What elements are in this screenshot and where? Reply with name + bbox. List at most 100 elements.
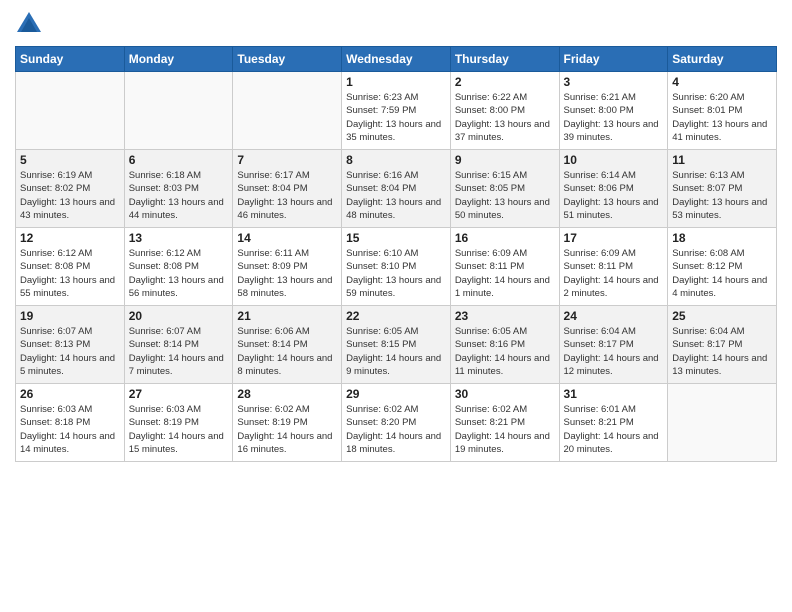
day-number: 26	[20, 387, 120, 401]
day-info: Sunrise: 6:07 AM Sunset: 8:14 PM Dayligh…	[129, 325, 229, 378]
day-info: Sunrise: 6:06 AM Sunset: 8:14 PM Dayligh…	[237, 325, 337, 378]
calendar-cell: 1 Sunrise: 6:23 AM Sunset: 7:59 PM Daylig…	[342, 72, 451, 150]
day-info: Sunrise: 6:08 AM Sunset: 8:12 PM Dayligh…	[672, 247, 772, 300]
day-number: 30	[455, 387, 555, 401]
calendar-cell: 3 Sunrise: 6:21 AM Sunset: 8:00 PM Daylig…	[559, 72, 668, 150]
day-info: Sunrise: 6:14 AM Sunset: 8:06 PM Dayligh…	[564, 169, 664, 222]
calendar-cell	[668, 384, 777, 462]
calendar-cell: 29 Sunrise: 6:02 AM Sunset: 8:20 PM Dayli…	[342, 384, 451, 462]
day-number: 15	[346, 231, 446, 245]
day-number: 29	[346, 387, 446, 401]
day-info: Sunrise: 6:23 AM Sunset: 7:59 PM Dayligh…	[346, 91, 446, 144]
calendar-cell: 22Sunrise: 6:05 AM Sunset: 8:15 PM Dayli…	[342, 306, 451, 384]
day-number: 20	[129, 309, 229, 323]
day-number: 2	[455, 75, 555, 89]
calendar-cell: 25 Sunrise: 6:04 AM Sunset: 8:17 PM Dayli…	[668, 306, 777, 384]
calendar-cell: 24 Sunrise: 6:04 AM Sunset: 8:17 PM Dayli…	[559, 306, 668, 384]
day-number: 6	[129, 153, 229, 167]
day-number: 24	[564, 309, 664, 323]
day-info: Sunrise: 6:02 AM Sunset: 8:21 PM Dayligh…	[455, 403, 555, 456]
day-info: Sunrise: 6:12 AM Sunset: 8:08 PM Dayligh…	[129, 247, 229, 300]
day-number: 10	[564, 153, 664, 167]
day-number: 25	[672, 309, 772, 323]
calendar-cell: 9 Sunrise: 6:15 AM Sunset: 8:05 PM Daylig…	[450, 150, 559, 228]
calendar-table: SundayMondayTuesdayWednesdayThursdayFrid…	[15, 46, 777, 462]
day-info: Sunrise: 6:10 AM Sunset: 8:10 PM Dayligh…	[346, 247, 446, 300]
calendar-cell: 30 Sunrise: 6:02 AM Sunset: 8:21 PM Dayli…	[450, 384, 559, 462]
day-info: Sunrise: 6:15 AM Sunset: 8:05 PM Dayligh…	[455, 169, 555, 222]
day-info: Sunrise: 6:13 AM Sunset: 8:07 PM Dayligh…	[672, 169, 772, 222]
calendar-cell: 20 Sunrise: 6:07 AM Sunset: 8:14 PM Dayli…	[124, 306, 233, 384]
calendar-cell: 4 Sunrise: 6:20 AM Sunset: 8:01 PM Daylig…	[668, 72, 777, 150]
day-info: Sunrise: 6:11 AM Sunset: 8:09 PM Dayligh…	[237, 247, 337, 300]
calendar-cell: 7Sunrise: 6:17 AM Sunset: 8:04 PM Daylig…	[233, 150, 342, 228]
calendar-cell: 16Sunrise: 6:09 AM Sunset: 8:11 PM Dayli…	[450, 228, 559, 306]
day-info: Sunrise: 6:04 AM Sunset: 8:17 PM Dayligh…	[564, 325, 664, 378]
day-number: 11	[672, 153, 772, 167]
calendar-cell	[124, 72, 233, 150]
day-info: Sunrise: 6:20 AM Sunset: 8:01 PM Dayligh…	[672, 91, 772, 144]
day-number: 4	[672, 75, 772, 89]
calendar-cell: 27 Sunrise: 6:03 AM Sunset: 8:19 PM Dayli…	[124, 384, 233, 462]
day-info: Sunrise: 6:21 AM Sunset: 8:00 PM Dayligh…	[564, 91, 664, 144]
day-number: 14	[237, 231, 337, 245]
logo-icon	[15, 10, 43, 38]
day-number: 3	[564, 75, 664, 89]
day-number: 31	[564, 387, 664, 401]
day-number: 1	[346, 75, 446, 89]
calendar-cell: 13 Sunrise: 6:12 AM Sunset: 8:08 PM Dayli…	[124, 228, 233, 306]
calendar-cell: 8 Sunrise: 6:16 AM Sunset: 8:04 PM Daylig…	[342, 150, 451, 228]
day-number: 9	[455, 153, 555, 167]
day-info: Sunrise: 6:09 AM Sunset: 8:11 PM Dayligh…	[564, 247, 664, 300]
day-info: Sunrise: 6:16 AM Sunset: 8:04 PM Dayligh…	[346, 169, 446, 222]
calendar-cell: 10 Sunrise: 6:14 AM Sunset: 8:06 PM Dayli…	[559, 150, 668, 228]
day-number: 16	[455, 231, 555, 245]
day-number: 17	[564, 231, 664, 245]
page-container: SundayMondayTuesdayWednesdayThursdayFrid…	[0, 0, 792, 472]
weekday-header: Wednesday	[342, 47, 451, 72]
header	[15, 10, 777, 38]
calendar-cell: 14 Sunrise: 6:11 AM Sunset: 8:09 PM Dayli…	[233, 228, 342, 306]
weekday-header: Saturday	[668, 47, 777, 72]
calendar-cell: 12 Sunrise: 6:12 AM Sunset: 8:08 PM Dayli…	[16, 228, 125, 306]
calendar-cell: 28 Sunrise: 6:02 AM Sunset: 8:19 PM Dayli…	[233, 384, 342, 462]
day-info: Sunrise: 6:04 AM Sunset: 8:17 PM Dayligh…	[672, 325, 772, 378]
day-number: 22	[346, 309, 446, 323]
calendar-cell: 26 Sunrise: 6:03 AM Sunset: 8:18 PM Dayli…	[16, 384, 125, 462]
day-info: Sunrise: 6:03 AM Sunset: 8:19 PM Dayligh…	[129, 403, 229, 456]
calendar-cell: 19Sunrise: 6:07 AM Sunset: 8:13 PM Dayli…	[16, 306, 125, 384]
day-number: 7	[237, 153, 337, 167]
weekday-header: Tuesday	[233, 47, 342, 72]
day-number: 23	[455, 309, 555, 323]
calendar-cell: 2 Sunrise: 6:22 AM Sunset: 8:00 PM Daylig…	[450, 72, 559, 150]
calendar-cell: 17 Sunrise: 6:09 AM Sunset: 8:11 PM Dayli…	[559, 228, 668, 306]
day-number: 8	[346, 153, 446, 167]
day-number: 27	[129, 387, 229, 401]
calendar-cell: 15 Sunrise: 6:10 AM Sunset: 8:10 PM Dayli…	[342, 228, 451, 306]
weekday-header: Friday	[559, 47, 668, 72]
day-number: 5	[20, 153, 120, 167]
day-info: Sunrise: 6:07 AM Sunset: 8:13 PM Dayligh…	[20, 325, 120, 378]
day-number: 18	[672, 231, 772, 245]
calendar-cell: 5 Sunrise: 6:19 AM Sunset: 8:02 PM Daylig…	[16, 150, 125, 228]
day-info: Sunrise: 6:01 AM Sunset: 8:21 PM Dayligh…	[564, 403, 664, 456]
day-info: Sunrise: 6:12 AM Sunset: 8:08 PM Dayligh…	[20, 247, 120, 300]
calendar-cell: 6 Sunrise: 6:18 AM Sunset: 8:03 PM Daylig…	[124, 150, 233, 228]
calendar-cell: 11 Sunrise: 6:13 AM Sunset: 8:07 PM Dayli…	[668, 150, 777, 228]
weekday-header: Thursday	[450, 47, 559, 72]
weekday-header: Sunday	[16, 47, 125, 72]
calendar-cell: 23Sunrise: 6:05 AM Sunset: 8:16 PM Dayli…	[450, 306, 559, 384]
day-number: 28	[237, 387, 337, 401]
calendar-cell	[233, 72, 342, 150]
day-info: Sunrise: 6:02 AM Sunset: 8:19 PM Dayligh…	[237, 403, 337, 456]
day-info: Sunrise: 6:19 AM Sunset: 8:02 PM Dayligh…	[20, 169, 120, 222]
day-info: Sunrise: 6:22 AM Sunset: 8:00 PM Dayligh…	[455, 91, 555, 144]
day-number: 21	[237, 309, 337, 323]
day-number: 12	[20, 231, 120, 245]
day-info: Sunrise: 6:02 AM Sunset: 8:20 PM Dayligh…	[346, 403, 446, 456]
day-info: Sunrise: 6:03 AM Sunset: 8:18 PM Dayligh…	[20, 403, 120, 456]
calendar-cell: 21 Sunrise: 6:06 AM Sunset: 8:14 PM Dayli…	[233, 306, 342, 384]
day-info: Sunrise: 6:18 AM Sunset: 8:03 PM Dayligh…	[129, 169, 229, 222]
day-number: 13	[129, 231, 229, 245]
logo	[15, 10, 47, 38]
